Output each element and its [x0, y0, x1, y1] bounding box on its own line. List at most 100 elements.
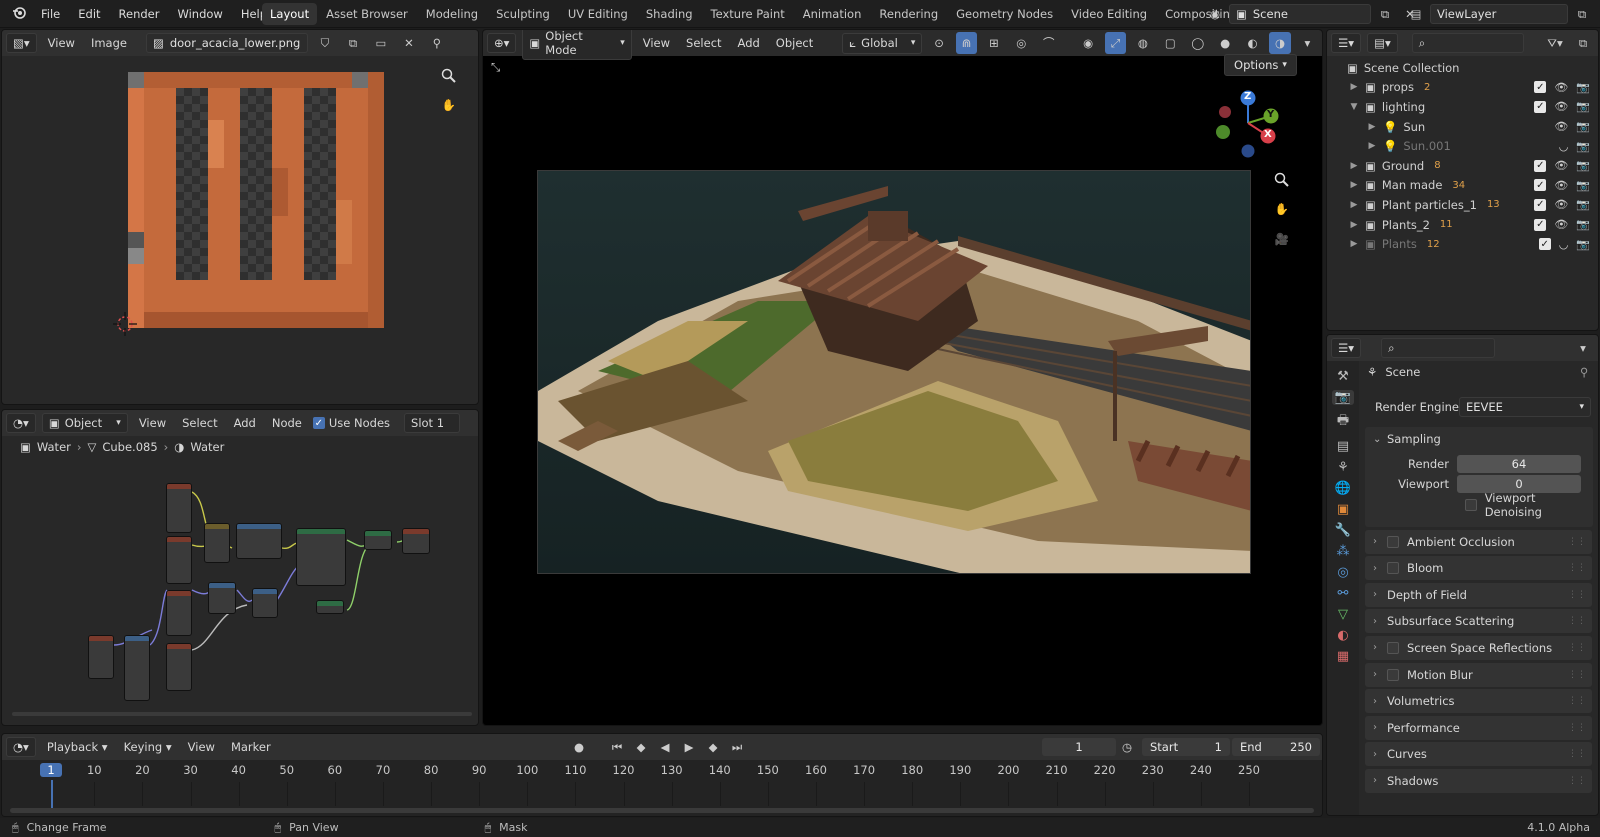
play-reverse-icon[interactable]: ◀ — [654, 736, 676, 758]
eye-closed-icon[interactable]: ◡ — [1559, 238, 1569, 251]
viewport-denoising-checkbox[interactable] — [1465, 499, 1477, 511]
blender-logo-icon[interactable] — [6, 6, 32, 23]
chevron-right-icon[interactable]: ▶ — [1347, 200, 1361, 210]
falloff-icon[interactable]: ⌒ — [1038, 32, 1059, 54]
new-collection-icon[interactable]: ⧉ — [1572, 32, 1594, 54]
display-mode-icon[interactable]: ▤▾ — [1367, 33, 1398, 53]
node[interactable] — [208, 582, 236, 614]
eye-icon[interactable]: 👁 — [1554, 179, 1568, 192]
panel-volumetrics[interactable]: › Volumetrics ⋮⋮ — [1365, 689, 1592, 714]
timeline-menu-keying[interactable]: Keying ▾ — [119, 740, 177, 754]
pan-hand-icon[interactable]: ✋ — [436, 92, 462, 118]
tab-animation[interactable]: Animation — [794, 7, 871, 21]
outliner-row[interactable]: ▶ ▣ Man made 34 ✓ 👁 📷 — [1327, 176, 1598, 196]
render-engine-dropdown[interactable]: EEVEE ▾ — [1459, 397, 1591, 417]
view-layer-tab-icon[interactable]: ▤ — [1337, 439, 1349, 454]
rendered-shading-icon[interactable]: ◑ — [1269, 32, 1291, 54]
pin-icon[interactable]: ⚲ — [426, 32, 448, 54]
render-tab-icon[interactable]: 📷 — [1331, 390, 1355, 405]
viewport-pan-icon[interactable]: ✋ — [1271, 198, 1293, 220]
orientation-dropdown[interactable]: ⟀ Global ▾ — [842, 32, 923, 54]
render-camera-icon[interactable]: 📷 — [1576, 120, 1590, 133]
principled-bsdf-node[interactable] — [296, 528, 346, 586]
menu-window[interactable]: Window — [168, 7, 231, 21]
outliner-row[interactable]: ▶ ▣ Plants 12 ✓ ◡ 📷 — [1327, 234, 1598, 254]
render-camera-icon[interactable]: 📷 — [1576, 218, 1590, 231]
node[interactable] — [316, 600, 344, 614]
exclude-checkbox[interactable]: ✓ — [1538, 238, 1551, 251]
exclude-checkbox[interactable]: ✓ — [1534, 198, 1547, 211]
viewport-menu-add[interactable]: Add — [733, 36, 765, 50]
overlays-icon[interactable]: ◍ — [1132, 32, 1153, 54]
camera-view-icon[interactable]: 🎥 — [1271, 228, 1293, 250]
solid-shading-icon[interactable]: ● — [1214, 32, 1235, 54]
scene-icon[interactable]: ◉ — [1204, 3, 1226, 25]
tool-tab-icon[interactable]: ⚒ — [1337, 369, 1349, 384]
node[interactable] — [236, 523, 282, 559]
options-dropdown[interactable]: Options ▾ — [1224, 54, 1297, 76]
mode-dropdown[interactable]: ▣ Object Mode ▾ — [522, 30, 632, 60]
menu-render[interactable]: Render — [110, 7, 169, 21]
snap-icon[interactable]: ⋒ — [955, 32, 978, 54]
exclude-checkbox[interactable]: ✓ — [1534, 159, 1547, 172]
unlink-image-icon[interactable]: ✕ — [398, 32, 420, 54]
chevron-right-icon[interactable]: ▶ — [1347, 239, 1361, 249]
panel-enable-checkbox[interactable] — [1387, 535, 1399, 548]
tab-video-editing[interactable]: Video Editing — [1062, 7, 1156, 21]
node[interactable] — [204, 523, 230, 563]
panel-depth-of-field[interactable]: › Depth of Field ⋮⋮ — [1365, 582, 1592, 607]
sampling-header[interactable]: ⌄ Sampling — [1365, 427, 1593, 451]
exclude-checkbox[interactable]: ✓ — [1534, 100, 1547, 113]
node[interactable] — [88, 635, 114, 679]
material-output-node[interactable] — [402, 528, 430, 554]
start-frame-field[interactable]: Start 1 — [1142, 738, 1230, 756]
visibility-eye-icon[interactable]: ◉ — [1077, 32, 1098, 54]
play-icon[interactable]: ▶ — [678, 736, 700, 758]
render-camera-icon[interactable]: 📷 — [1576, 81, 1590, 94]
panel-enable-checkbox[interactable] — [1387, 668, 1399, 681]
timeline-scrollbar[interactable] — [10, 808, 1314, 813]
eye-icon[interactable]: 👁 — [1554, 198, 1568, 211]
render-camera-icon[interactable]: 📷 — [1576, 159, 1590, 172]
chevron-right-icon[interactable]: ▶ — [1365, 122, 1379, 132]
drag-handle-icon[interactable]: ⋮⋮ — [1568, 670, 1586, 680]
remove-view-layer-icon[interactable]: ✕ — [1596, 3, 1600, 25]
timeline-menu-marker[interactable]: Marker — [226, 740, 276, 754]
scene-collection-row[interactable]: ▣ Scene Collection — [1327, 58, 1598, 78]
outliner-search[interactable]: ⌕ — [1411, 33, 1524, 53]
panel-bloom[interactable]: › Bloom ⋮⋮ — [1365, 556, 1592, 581]
tab-sculpting[interactable]: Sculpting — [487, 7, 559, 21]
render-samples-field[interactable]: 64 — [1457, 455, 1581, 473]
panel-screen-space-reflections[interactable]: › Screen Space Reflections ⋮⋮ — [1365, 635, 1592, 660]
outliner-editor-type-icon[interactable]: ☰▾ — [1331, 33, 1362, 53]
exclude-checkbox[interactable]: ✓ — [1534, 218, 1547, 231]
playhead-frame-label[interactable]: 1 — [40, 763, 62, 777]
drag-handle-icon[interactable]: ⋮⋮ — [1568, 563, 1586, 573]
horizontal-scrollbar[interactable] — [12, 712, 472, 716]
object-tab-icon[interactable]: ▣ — [1337, 502, 1349, 517]
viewport-editor-type-icon[interactable]: ⊕▾ — [487, 33, 517, 53]
outliner-row[interactable]: ▶ ▣ Ground 8 ✓ 👁 📷 — [1327, 156, 1598, 176]
output-tab-icon[interactable]: 🖶 — [1337, 411, 1349, 433]
tab-modeling[interactable]: Modeling — [417, 7, 487, 21]
scene-field[interactable]: ▣ Scene — [1229, 4, 1371, 24]
panel-ambient-occlusion[interactable]: › Ambient Occlusion ⋮⋮ — [1365, 529, 1592, 554]
jump-start-icon[interactable]: ⏮ — [606, 736, 628, 758]
viewport-denoising-row[interactable]: Viewport Denoising — [1365, 491, 1593, 519]
node[interactable] — [166, 590, 192, 636]
outliner-row[interactable]: ▶ ▣ props 2 ✓ 👁 📷 — [1327, 78, 1598, 98]
properties-editor-type-icon[interactable]: ☰▾ — [1331, 338, 1362, 358]
node[interactable] — [364, 530, 392, 550]
filter-icon[interactable]: ⛛▾ — [1544, 32, 1566, 54]
playhead[interactable] — [51, 780, 53, 810]
open-folder-icon[interactable]: ▭ — [370, 32, 392, 54]
render-camera-icon[interactable]: 📷 — [1576, 140, 1590, 153]
panel-performance[interactable]: › Performance ⋮⋮ — [1365, 715, 1592, 740]
jump-end-icon[interactable]: ⏭ — [726, 736, 748, 758]
timeline-menu-view[interactable]: View — [183, 740, 220, 754]
tab-uv-editing[interactable]: UV Editing — [559, 7, 637, 21]
outliner-row[interactable]: ▶ 💡 Sun.001 ◡ 📷 — [1327, 136, 1598, 156]
exclude-checkbox[interactable]: ✓ — [1534, 81, 1547, 94]
eye-icon[interactable]: 👁 — [1554, 120, 1568, 133]
viewport-menu-view[interactable]: View — [638, 36, 675, 50]
